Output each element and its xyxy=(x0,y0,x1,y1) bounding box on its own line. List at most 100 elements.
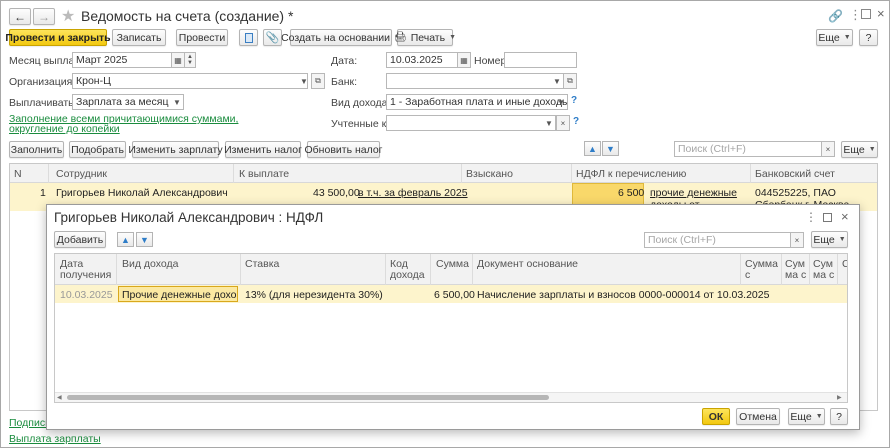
organization-label: Организация: xyxy=(9,76,76,88)
move-up-button[interactable]: ▲ xyxy=(584,141,601,156)
search-clear-button[interactable]: × xyxy=(821,141,835,157)
bank-label: Банк: xyxy=(331,76,358,88)
pay-field[interactable]: Зарплата за месяц xyxy=(72,94,184,110)
report-button[interactable] xyxy=(239,29,258,46)
row-n: 1 xyxy=(40,187,46,199)
scroll-left-icon[interactable]: ◀ xyxy=(57,394,62,401)
dialog-help-button[interactable]: ? xyxy=(830,408,848,425)
save-button[interactable]: Записать xyxy=(112,29,166,46)
counted-as-field[interactable] xyxy=(386,115,556,131)
change-salary-button[interactable]: Изменить зарплату xyxy=(128,141,223,158)
forward-button[interactable]: → xyxy=(33,8,55,25)
caret-down-icon: ▼ xyxy=(545,118,553,128)
change-tax-button[interactable]: Изменить налог xyxy=(224,141,302,158)
date-field[interactable]: 10.03.2025 xyxy=(386,52,458,68)
main-window: ← → ★ Ведомость на счета (создание) * 🔗 … xyxy=(0,0,890,448)
organization-open-button[interactable]: ⧉ xyxy=(311,73,325,89)
dcol-more[interactable]: С xyxy=(842,259,847,270)
scroll-right-icon[interactable]: ▶ xyxy=(837,394,842,401)
income-type-label: Вид дохода: xyxy=(331,97,391,109)
dialog-search-clear-button[interactable]: × xyxy=(790,232,804,248)
dialog-maximize-icon[interactable] xyxy=(823,213,832,222)
help-button[interactable]: ? xyxy=(859,29,878,46)
col-bank-account[interactable]: Банковский счет xyxy=(755,169,835,180)
more-button[interactable]: Еще ▼ xyxy=(816,29,853,46)
scrollbar-thumb[interactable] xyxy=(67,395,549,400)
cancel-button[interactable]: Отмена xyxy=(736,408,780,425)
dialog-move-down-button[interactable]: ▼ xyxy=(136,232,153,247)
move-down-button[interactable]: ▼ xyxy=(602,141,619,156)
income-help-icon[interactable]: ? xyxy=(571,95,577,106)
dialog-more-button[interactable]: Еще ▼ xyxy=(811,231,848,248)
col-employee[interactable]: Сотрудник xyxy=(56,169,107,180)
table-more-button[interactable]: Еще ▼ xyxy=(841,141,878,158)
bank-field[interactable] xyxy=(386,73,564,89)
income-type-field[interactable]: 1 - Заработная плата и иные доходы с огр… xyxy=(386,94,568,110)
caret-down-icon: ▼ xyxy=(815,413,823,420)
pay-dropdown[interactable]: ▼ xyxy=(170,94,184,110)
dcol-sum-excess[interactable]: Сумма с прев. ... xyxy=(745,259,779,283)
drow-rate: 13% (для нерезидента 30%) xyxy=(245,289,383,301)
dcol-sum-3[interactable]: Сум ма с xyxy=(813,259,837,281)
ndfl-dialog: Григорьев Николай Александрович : НДФЛ ⋮… xyxy=(46,204,860,430)
salary-payment-link[interactable]: Выплата зарплаты xyxy=(9,433,101,445)
dialog-title: Григорьев Николай Александрович : НДФЛ xyxy=(54,210,324,225)
fill-all-sums-link[interactable]: Заполнение всеми причитающимися суммами,… xyxy=(9,114,254,135)
clear-icon: × xyxy=(825,144,831,154)
caret-down-icon: ▼ xyxy=(173,97,181,107)
dialog-close-icon[interactable]: × xyxy=(841,209,849,224)
add-button[interactable]: Добавить xyxy=(54,231,106,248)
dcol-code[interactable]: Код дохода xyxy=(390,259,426,281)
bank-dropdown[interactable]: ▼ xyxy=(550,73,564,89)
ok-button[interactable]: ОК xyxy=(702,408,730,425)
counted-as-clear-button[interactable]: × xyxy=(556,115,570,131)
dialog-menu-icon[interactable]: ⋮ xyxy=(805,210,817,224)
date-calendar-button[interactable]: ▦ xyxy=(457,52,471,68)
dcol-sum-2[interactable]: Сум ма с xyxy=(785,259,809,281)
create-based-button[interactable]: Создать на основании▼ xyxy=(281,29,401,46)
col-n[interactable]: N xyxy=(14,169,22,180)
col-to-pay[interactable]: К выплате xyxy=(239,169,289,180)
arrow-up-icon: ▲ xyxy=(588,143,597,154)
printer-icon: 🖨 xyxy=(393,32,407,43)
back-button[interactable]: ← xyxy=(9,8,31,25)
counted-help-icon[interactable]: ? xyxy=(573,116,579,127)
post-and-close-button[interactable]: Провести и закрыть xyxy=(5,29,111,46)
dcol-income-type[interactable]: Вид дохода xyxy=(122,259,178,270)
attach-button[interactable]: 📎 xyxy=(263,29,282,46)
dcol-rate[interactable]: Ставка xyxy=(245,259,279,270)
income-type-dropdown[interactable]: ▼ xyxy=(554,94,568,110)
organization-field[interactable]: Крон-Ц xyxy=(72,73,308,89)
counted-as-dropdown[interactable]: ▼ xyxy=(542,115,556,131)
number-field[interactable] xyxy=(504,52,577,68)
favorite-star-icon[interactable]: ★ xyxy=(61,6,75,26)
bank-open-button[interactable]: ⧉ xyxy=(563,73,577,89)
organization-dropdown[interactable]: ▼ xyxy=(297,73,311,89)
pay-label: Выплачивать: xyxy=(9,97,77,109)
fill-button[interactable]: Заполнить xyxy=(9,141,64,158)
signatures-link[interactable]: Подписи xyxy=(9,417,51,429)
dialog-more-bottom-button[interactable]: Еще ▼ xyxy=(788,408,825,425)
print-button[interactable]: 🖨 Печать ▼ xyxy=(393,29,456,46)
month-stepper[interactable]: ▲ ▼ xyxy=(184,52,196,68)
row-amount: 43 500,00 xyxy=(313,187,360,199)
update-tax-button[interactable]: Обновить налог xyxy=(305,141,383,158)
col-ndfl[interactable]: НДФЛ к перечислению xyxy=(576,169,686,180)
dcol-sum[interactable]: Сумма xyxy=(436,259,469,270)
row-amount-link[interactable]: в т.ч. за февраль 2025 xyxy=(358,187,468,199)
close-icon[interactable]: × xyxy=(877,6,885,21)
dialog-move-up-button[interactable]: ▲ xyxy=(117,232,134,247)
search-input[interactable]: Поиск (Ctrl+F) xyxy=(674,141,822,157)
horizontal-scrollbar[interactable]: ◀ ▶ xyxy=(55,392,847,402)
dcol-date[interactable]: Дата получения xyxy=(60,259,115,281)
drow-date: 10.03.2025 xyxy=(60,289,113,301)
month-field[interactable]: Март 2025 xyxy=(72,52,172,68)
col-collected[interactable]: Взыскано xyxy=(466,169,513,180)
maximize-icon[interactable] xyxy=(861,9,871,19)
dcol-document[interactable]: Документ основание xyxy=(477,259,578,270)
pick-button[interactable]: Подобрать xyxy=(69,141,126,158)
dialog-search-input[interactable]: Поиск (Ctrl+F) xyxy=(644,232,791,248)
calendar-button[interactable]: ▦ xyxy=(171,52,185,68)
link-icon[interactable]: 🔗 xyxy=(828,9,843,23)
post-button[interactable]: Провести xyxy=(176,29,228,46)
